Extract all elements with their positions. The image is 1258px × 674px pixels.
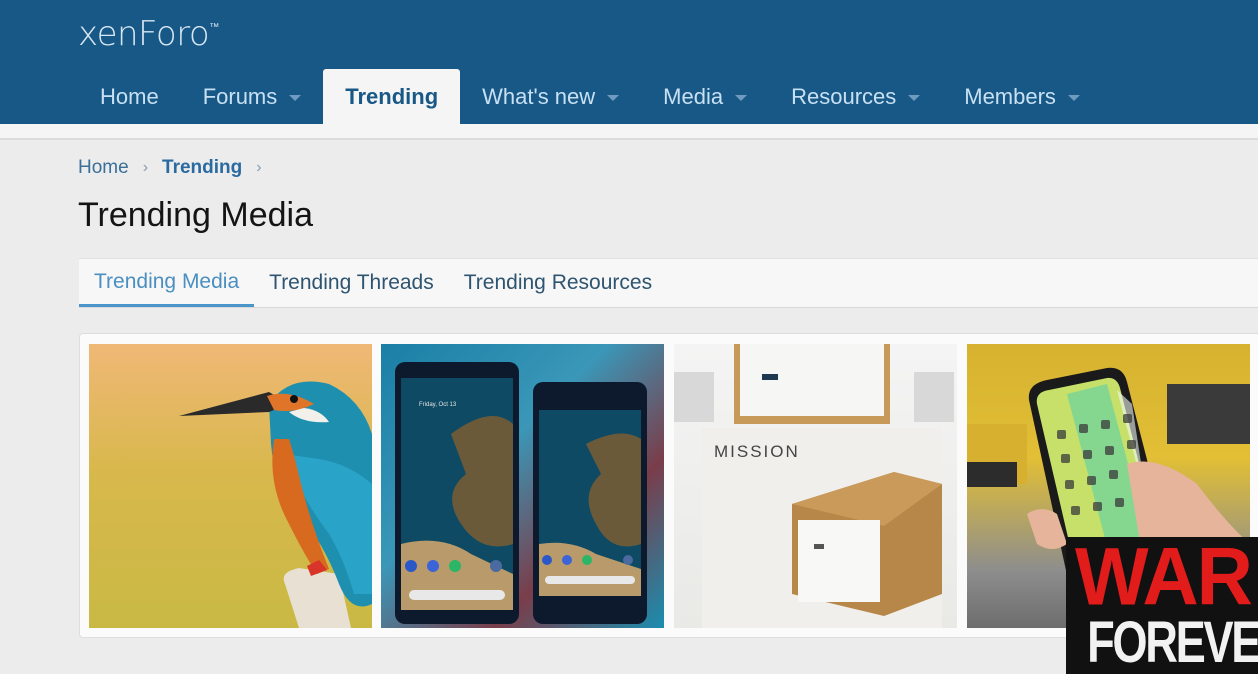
chevron-right-icon: › <box>142 159 149 176</box>
breadcrumb-trending[interactable]: Trending <box>162 157 242 179</box>
site-logo[interactable]: xenForo™ <box>78 14 219 54</box>
nav-home[interactable]: Home <box>78 69 181 124</box>
overlay-text-forever: FOREVER <box>1087 610 1258 674</box>
kingfisher-image <box>179 381 372 628</box>
breadcrumb-home[interactable]: Home <box>78 157 129 179</box>
nav-label: What's new <box>482 83 596 109</box>
media-thumb-mission-speaker[interactable]: MISSION <box>674 344 957 628</box>
nav-label: Trending <box>345 83 439 109</box>
nav-resources[interactable]: Resources <box>769 69 942 124</box>
nav-whats-new[interactable]: What's new <box>460 69 641 124</box>
tab-bar: Trending Media Trending Threads Trending… <box>79 258 1258 308</box>
tab-trending-threads[interactable]: Trending Threads <box>254 259 449 307</box>
breadcrumb: Home › Trending › <box>78 157 276 179</box>
site-header: xenForo™ Home Forums Trending What's new… <box>0 0 1258 124</box>
chevron-down-icon[interactable] <box>607 94 620 101</box>
chevron-down-icon[interactable] <box>1067 94 1080 101</box>
nav-media[interactable]: Media <box>641 69 769 124</box>
nav-label: Media <box>663 83 724 109</box>
logo-text: xenForo <box>78 14 210 54</box>
tab-trending-media[interactable]: Trending Media <box>79 259 255 307</box>
nav-label: Home <box>100 83 159 109</box>
nav-forums[interactable]: Forums <box>181 69 324 124</box>
pixel-phones-image: Friday, Oct 13 <box>395 362 647 624</box>
page-title: Trending Media <box>78 196 313 234</box>
mission-speaker-image: MISSION <box>674 344 954 628</box>
nav-label: Members <box>964 83 1056 109</box>
tab-trending-resources[interactable]: Trending Resources <box>449 259 667 307</box>
chevron-down-icon[interactable] <box>908 94 921 101</box>
nav-label: Forums <box>202 83 278 109</box>
chevron-down-icon[interactable] <box>735 94 748 101</box>
war-forever-overlay: WAR FOREVER <box>1066 537 1258 674</box>
nav-label: Resources <box>791 83 897 109</box>
media-thumb-kingfisher[interactable] <box>89 344 372 628</box>
phone-date-text: Friday, Oct 13 <box>419 402 457 408</box>
main-nav: Home Forums Trending What's new Media Re… <box>78 69 1102 124</box>
mission-label-text: MISSION <box>714 442 800 461</box>
logo-trademark: ™ <box>209 22 219 33</box>
nav-members[interactable]: Members <box>942 69 1102 124</box>
chevron-down-icon[interactable] <box>289 94 302 101</box>
nav-trending[interactable]: Trending <box>323 69 461 124</box>
chevron-right-icon: › <box>256 159 262 176</box>
media-thumb-pixel-phones[interactable]: Friday, Oct 13 <box>381 344 664 628</box>
sub-nav-bar <box>0 124 1258 140</box>
